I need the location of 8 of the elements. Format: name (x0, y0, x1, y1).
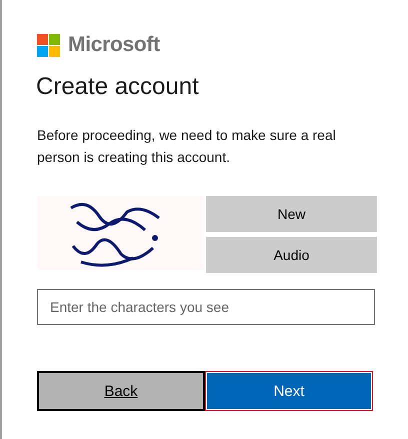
new-captcha-button[interactable]: New (206, 196, 377, 232)
logo-text: Microsoft (68, 33, 160, 57)
page-title: Create account (36, 73, 200, 101)
input-field[interactable]: Enter the characters you see (37, 289, 375, 325)
audio-captcha-button[interactable]: Audio (206, 237, 377, 273)
next-button[interactable]: Next (205, 371, 373, 411)
description-text: Before proceeding, we need to make sure a real person is creating this account. (37, 126, 337, 167)
back-button[interactable]: Back (37, 371, 205, 411)
